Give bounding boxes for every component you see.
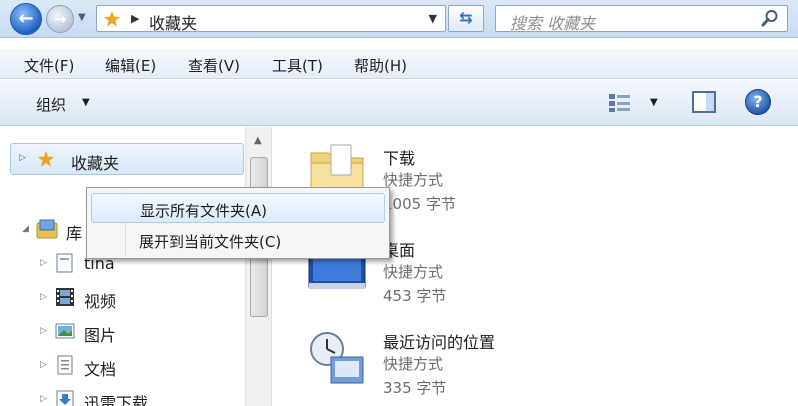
menu-item-show-all-folders[interactable]: 显示所有文件夹(A) [91,193,385,223]
menu-file[interactable]: 文件(F) [24,55,74,76]
list-item[interactable]: 最近访问的位置 快捷方式 335 字节 [273,329,773,406]
address-bar[interactable]: ★ ▶ 收藏夹 ▼ [96,5,446,34]
recent-pages-chevron-icon[interactable]: ▼ [78,12,86,23]
nav-item-label: 收藏夹 [71,154,120,173]
address-toolbar: ← → ▼ ★ ▶ 收藏夹 ▼ ⇆ 搜索 收藏夹 [0,0,798,38]
expand-arrow-icon[interactable]: ▷ [40,326,47,336]
expand-arrow-icon[interactable]: ▷ [40,292,47,302]
favorites-star-icon: ★ [37,147,55,171]
forward-arrow-icon[interactable]: → [46,5,74,33]
organize-chevron-down-icon[interactable]: ▼ [82,97,90,108]
nav-item-favorites[interactable]: ▷ ★ 收藏夹 [10,143,244,175]
menu-bar: 文件(F) 编辑(E) 查看(V) 工具(T) 帮助(H) [0,49,798,79]
menu-edit[interactable]: 编辑(E) [105,55,156,76]
context-menu: 显示所有文件夹(A) 展开到当前文件夹(C) [86,187,390,259]
preview-pane-icon[interactable] [692,91,716,113]
search-input[interactable]: 搜索 收藏夹 [495,5,788,33]
menu-view[interactable]: 查看(V) [188,55,240,76]
expand-arrow-icon[interactable]: ▷ [40,258,47,268]
menu-tools[interactable]: 工具(T) [272,55,323,76]
view-options-icon[interactable] [608,93,632,113]
content-pane: 下载 快捷方式 1005 字节 桌面 快捷方式 453 字节 最近访问的位置 快… [273,127,798,406]
help-icon[interactable]: ? [745,89,771,115]
refresh-button[interactable]: ⇆ [448,5,484,32]
menu-help[interactable]: 帮助(H) [354,55,407,76]
file-name: 下载 [383,149,416,168]
nav-item-label: 库 [66,224,83,243]
expand-arrow-icon[interactable]: ▷ [19,153,26,163]
recent-places-icon [310,332,364,384]
nav-item-label: 迅雷下载 [84,394,149,406]
navigation-pane: ▷ ★ 收藏夹 ◢ 库 ▷ tina ▷ 视频 ▷ 图片 ▷ 文档 ▷ 迅雷下载… [0,127,272,406]
film-strip-icon [56,288,74,306]
nav-item-label: 文档 [84,360,117,379]
menu-item-label: 展开到当前文件夹(C) [139,233,282,251]
back-arrow-icon[interactable]: ← [10,3,42,35]
file-size: 453 字节 [383,287,447,305]
document-icon [57,355,73,375]
file-size: 1005 字节 [383,195,456,213]
document-library-icon [56,253,73,273]
file-type: 快捷方式 [383,355,444,373]
address-dropdown-icon[interactable]: ▼ [429,12,437,25]
collapse-arrow-icon[interactable]: ◢ [22,224,29,234]
picture-icon [55,323,75,339]
search-placeholder: 搜索 收藏夹 [510,14,596,33]
nav-item-label: 视频 [84,292,117,311]
nav-item-thunder-downloads[interactable]: ▷ 迅雷下载 [0,385,240,406]
view-chevron-down-icon[interactable]: ▼ [650,97,658,108]
expand-arrow-icon[interactable]: ▷ [40,394,47,404]
nav-item-label: 图片 [84,326,117,345]
file-type: 快捷方式 [383,171,444,189]
download-folder-icon [56,390,74,406]
magnifier-icon[interactable] [761,9,779,27]
file-size: 335 字节 [383,379,447,397]
nav-item-documents[interactable]: ▷ 文档 [0,351,240,381]
library-folder-icon [36,219,58,239]
file-name: 最近访问的位置 [383,333,496,352]
nav-item-pictures[interactable]: ▷ 图片 [0,317,240,347]
menu-item-label: 显示所有文件夹(A) [140,202,267,220]
menu-item-expand-to-current[interactable]: 展开到当前文件夹(C) [91,225,385,255]
organize-button[interactable]: 组织 [36,94,66,115]
command-toolbar: 组织 ▼ ▼ ? [0,80,798,126]
file-type: 快捷方式 [383,263,444,281]
favorites-star-icon: ★ [103,7,121,31]
breadcrumb-arrow-icon[interactable]: ▶ [131,12,139,25]
scroll-up-arrow-icon[interactable]: ▲ [254,135,262,146]
nav-item-videos[interactable]: ▷ 视频 [0,283,240,313]
breadcrumb-favorites[interactable]: 收藏夹 [149,10,197,34]
expand-arrow-icon[interactable]: ▷ [40,360,47,370]
nav-pane-scrollbar[interactable]: ▲ [245,127,271,406]
